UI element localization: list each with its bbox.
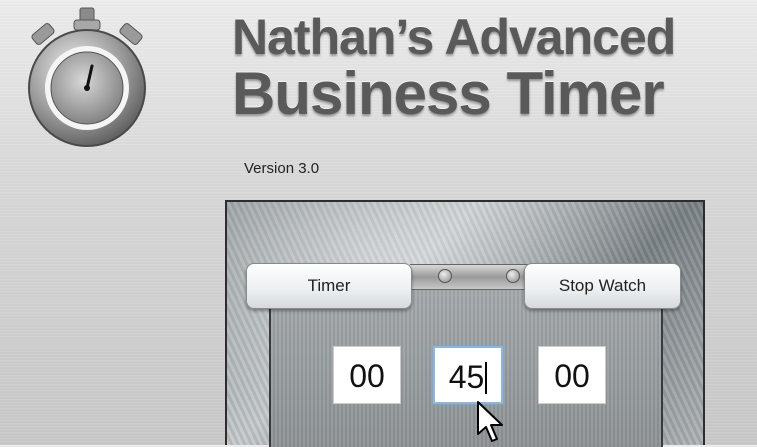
stopwatch-tab-button[interactable]: Stop Watch bbox=[524, 263, 681, 309]
tab-hinge bbox=[410, 264, 530, 290]
screw-icon bbox=[506, 269, 520, 283]
hours-field[interactable]: 00 bbox=[333, 346, 401, 404]
mouse-pointer-icon bbox=[477, 401, 503, 442]
minutes-value: 45 bbox=[448, 359, 485, 395]
app-title-line2: Business Timer bbox=[232, 60, 665, 127]
metal-panel bbox=[225, 200, 705, 447]
text-caret bbox=[485, 361, 488, 394]
minutes-field[interactable]: 45 bbox=[433, 346, 503, 404]
timer-tab-button[interactable]: Timer bbox=[246, 263, 412, 309]
timer-app-window: Nathan’s Advanced Business Timer Version… bbox=[0, 0, 757, 447]
seconds-field[interactable]: 00 bbox=[538, 346, 606, 404]
app-title: Nathan’s Advanced Business Timer bbox=[232, 9, 676, 127]
screw-icon bbox=[438, 269, 452, 283]
version-label: Version 3.0 bbox=[244, 160, 320, 177]
app-title-line1: Nathan’s Advanced bbox=[232, 9, 676, 65]
stopwatch-icon bbox=[28, 7, 146, 147]
